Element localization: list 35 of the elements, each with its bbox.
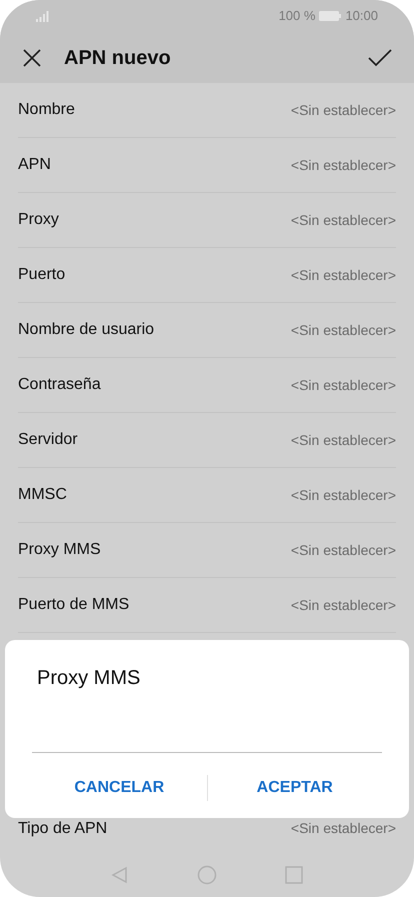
battery-icon bbox=[319, 11, 342, 21]
dialog-button[interactable]: ACEPTAR bbox=[208, 771, 382, 805]
dialog-title: Proxy MMS bbox=[37, 666, 142, 691]
setting-value: <Sin establecer> bbox=[290, 210, 396, 230]
setting-value: <Sin establecer> bbox=[290, 596, 396, 614]
setting-label: Nombre bbox=[18, 100, 75, 120]
setting-label: Proxy MMS bbox=[18, 540, 101, 560]
setting-label: MMSC bbox=[18, 485, 67, 505]
setting-value: <Sin establecer> bbox=[290, 100, 396, 120]
setting-value: <Sin establecer> bbox=[290, 819, 396, 838]
setting-value: <Sin establecer> bbox=[290, 430, 396, 450]
setting-value: <Sin establecer> bbox=[290, 320, 396, 340]
close-button[interactable] bbox=[22, 48, 42, 68]
home-button[interactable] bbox=[197, 865, 217, 885]
dialog-button[interactable]: CANCELAR bbox=[32, 771, 206, 805]
recents-button[interactable] bbox=[285, 866, 303, 884]
setting-label: Proxy bbox=[18, 210, 59, 230]
setting-value: <Sin establecer> bbox=[290, 266, 396, 284]
setting-value: <Sin establecer> bbox=[290, 540, 396, 560]
setting-label: Puerto de MMS bbox=[18, 595, 130, 615]
setting-value: <Sin establecer> bbox=[290, 376, 396, 394]
confirm-button[interactable] bbox=[368, 48, 392, 68]
setting-label: Servidor bbox=[18, 430, 78, 450]
setting-label: Puerto bbox=[18, 265, 66, 285]
screen-title: APN nuevo bbox=[64, 46, 171, 70]
setting-value: <Sin establecer> bbox=[290, 486, 396, 504]
setting-label: Tipo de APN bbox=[18, 818, 108, 838]
back-button[interactable] bbox=[111, 866, 129, 884]
battery-percent: 100 % bbox=[278, 7, 316, 26]
setting-value: <Sin establecer> bbox=[290, 156, 396, 174]
setting-label: APN bbox=[18, 155, 51, 175]
clock: 10:00 bbox=[345, 7, 378, 26]
setting-label: Contraseña bbox=[18, 375, 101, 395]
setting-label: Nombre de usuario bbox=[18, 320, 154, 340]
signal-icon bbox=[36, 10, 49, 22]
